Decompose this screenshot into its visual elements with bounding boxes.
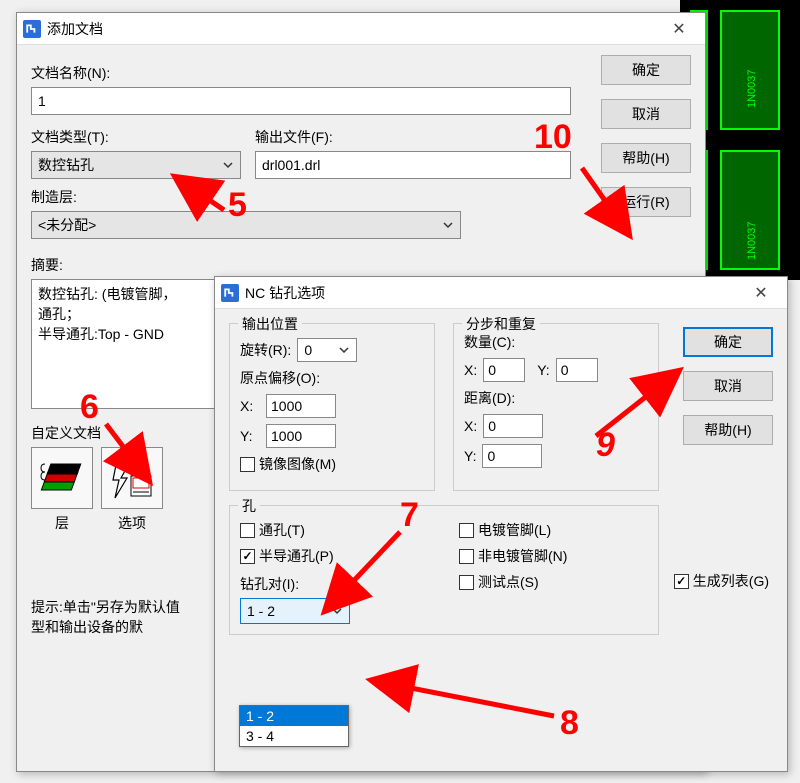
count-x-input[interactable] [483, 358, 525, 382]
mfg-layer-select[interactable]: <未分配> [31, 211, 461, 239]
app-icon [221, 284, 239, 302]
y-label: Y: [537, 362, 549, 378]
pcb-label-2: 1N0037 [746, 221, 758, 260]
testpoint-label: 测试点(S) [478, 572, 539, 592]
plated-label: 电镀管脚(L) [478, 520, 551, 540]
doc-type-value: 数控钻孔 [38, 155, 94, 175]
app-icon [23, 20, 41, 38]
rotation-select[interactable]: 0 [297, 338, 357, 362]
chevron-down-icon [440, 217, 456, 233]
mirror-checkbox[interactable]: 镜像图像(M) [240, 454, 424, 474]
group-holes-title: 孔 [238, 496, 260, 516]
mfg-layer-value: <未分配> [38, 215, 96, 235]
layer-icon-label: 层 [31, 513, 93, 533]
origin-offset-label: 原点偏移(O): [240, 368, 424, 388]
cancel-button[interactable]: 取消 [601, 99, 691, 129]
doc-name-input[interactable] [31, 87, 571, 115]
group-output-title: 输出位置 [238, 314, 302, 334]
drillpair-dropdown-list[interactable]: 1 - 2 3 - 4 [239, 705, 349, 747]
checkbox-icon [240, 523, 255, 538]
doc-type-label: 文档类型(T): [31, 127, 241, 147]
x-label: X: [464, 362, 477, 378]
nonplated-label: 非电镀管脚(N) [478, 546, 567, 566]
genlist-checkbox[interactable]: 生成列表(G) [674, 571, 769, 591]
drillpair-option-2[interactable]: 3 - 4 [240, 726, 348, 746]
through-checkbox[interactable]: 通孔(T) [240, 520, 429, 540]
options-icon-label: 选项 [101, 513, 163, 533]
output-file-input[interactable] [255, 151, 571, 179]
checkbox-icon [240, 549, 255, 564]
through-label: 通孔(T) [259, 520, 305, 540]
chevron-down-icon [336, 342, 352, 358]
checkbox-icon [240, 457, 255, 472]
buried-checkbox[interactable]: 半导通孔(P) [240, 546, 429, 566]
buried-label: 半导通孔(P) [259, 546, 334, 566]
distance-label: 距离(D): [464, 388, 648, 408]
help-button[interactable]: 帮助(H) [683, 415, 773, 445]
checkbox-icon [459, 549, 474, 564]
checkbox-icon [674, 574, 689, 589]
titlebar[interactable]: NC 钻孔选项 ✕ [215, 277, 787, 309]
y-label: Y: [240, 428, 260, 444]
count-y-input[interactable] [556, 358, 598, 382]
group-step-title: 分步和重复 [462, 314, 540, 334]
drillpair-select[interactable]: 1 - 2 [240, 598, 350, 624]
origin-x-input[interactable] [266, 394, 336, 418]
chevron-down-icon [220, 157, 236, 173]
ok-button[interactable]: 确定 [601, 55, 691, 85]
checkbox-icon [459, 575, 474, 590]
doc-type-select[interactable]: 数控钻孔 [31, 151, 241, 179]
nc-drill-options-dialog: NC 钻孔选项 ✕ 确定 取消 帮助(H) 输出位置 旋转(R): 0 原点偏移… [214, 276, 788, 772]
drillpair-label: 钻孔对(I): [240, 574, 429, 594]
x-label: X: [464, 418, 477, 434]
nonplated-checkbox[interactable]: 非电镀管脚(N) [459, 546, 648, 566]
close-icon[interactable]: ✕ [741, 280, 781, 306]
titlebar[interactable]: 添加文档 ✕ [17, 13, 705, 45]
origin-y-input[interactable] [266, 424, 336, 448]
dist-y-input[interactable] [482, 444, 542, 468]
drillpair-value: 1 - 2 [247, 603, 275, 619]
dialog-title: 添加文档 [47, 19, 659, 39]
cancel-button[interactable]: 取消 [683, 371, 773, 401]
dist-x-input[interactable] [483, 414, 543, 438]
mfg-layer-label: 制造层: [31, 187, 571, 207]
chevron-down-icon [329, 603, 345, 619]
layer-icon-button[interactable] [31, 447, 93, 509]
y-label: Y: [464, 448, 476, 464]
mirror-label: 镜像图像(M) [259, 454, 336, 474]
checkbox-icon [459, 523, 474, 538]
help-button[interactable]: 帮助(H) [601, 143, 691, 173]
summary-label: 摘要: [31, 255, 571, 275]
x-label: X: [240, 398, 260, 414]
rotation-value: 0 [304, 342, 312, 358]
drillpair-option-1[interactable]: 1 - 2 [240, 706, 348, 726]
pcb-label-1: 1N0037 [746, 69, 758, 108]
ok-button[interactable]: 确定 [683, 327, 773, 357]
close-icon[interactable]: ✕ [659, 16, 699, 42]
output-file-label: 输出文件(F): [255, 127, 571, 147]
rotation-label: 旋转(R): [240, 340, 291, 360]
testpoint-checkbox[interactable]: 测试点(S) [459, 572, 648, 592]
doc-name-label: 文档名称(N): [31, 63, 571, 83]
genlist-label: 生成列表(G) [693, 571, 769, 591]
options-icon-button[interactable] [101, 447, 163, 509]
count-label: 数量(C): [464, 332, 648, 352]
dialog-title: NC 钻孔选项 [245, 283, 741, 303]
run-button[interactable]: 运行(R) [601, 187, 691, 217]
plated-checkbox[interactable]: 电镀管脚(L) [459, 520, 648, 540]
